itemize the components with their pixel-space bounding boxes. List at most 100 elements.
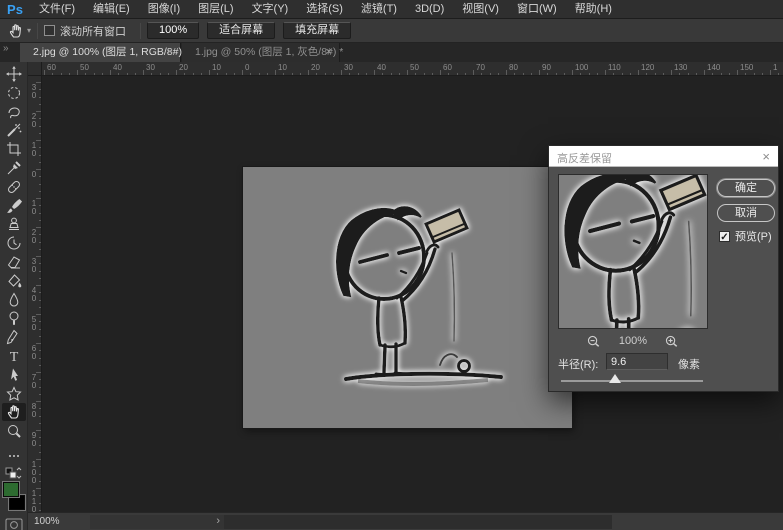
ruler-tick — [605, 70, 606, 75]
ruler-label: 50 — [410, 64, 419, 72]
eyedropper-tool[interactable] — [2, 159, 26, 177]
hand-icon — [8, 23, 24, 39]
foreground-color-swatch[interactable] — [3, 482, 19, 497]
ok-button[interactable]: 确定 — [717, 179, 775, 197]
status-chevron-icon[interactable]: › — [216, 515, 220, 527]
radius-slider-track[interactable] — [561, 380, 703, 382]
close-icon[interactable]: × — [167, 43, 173, 62]
status-zoom-level[interactable]: 100% — [34, 516, 60, 527]
dialog-title-bar[interactable]: 高反差保留 × — [549, 146, 778, 167]
filter-preview[interactable] — [558, 174, 708, 329]
tab-document-1[interactable]: 2.jpg @ 100% (图层 1, RGB/8#) *× — [20, 43, 181, 62]
close-icon[interactable]: × — [326, 43, 332, 62]
scroll-all-windows-checkbox[interactable] — [44, 25, 55, 36]
menu-item-window[interactable]: 窗口(W) — [508, 0, 566, 18]
menu-item-layer[interactable]: 图层(L) — [189, 0, 242, 18]
cancel-button[interactable]: 取消 — [717, 204, 775, 222]
paint-bucket-tool[interactable] — [2, 272, 26, 290]
marquee-tool[interactable] — [2, 84, 26, 102]
ruler-tick — [110, 70, 111, 75]
hand-tool-preset[interactable]: ▾ — [8, 23, 31, 39]
edit-toolbar-icon[interactable] — [2, 447, 26, 465]
ruler-tick — [36, 82, 41, 83]
ruler-tick — [679, 73, 680, 75]
document-info-field[interactable]: › — [90, 515, 224, 529]
ruler-tick — [283, 73, 284, 75]
menu-item-3d[interactable]: 3D(D) — [406, 0, 453, 18]
radius-slider-thumb[interactable] — [609, 374, 621, 383]
ruler-label: 40 — [377, 64, 386, 72]
hand-tool[interactable] — [2, 403, 26, 421]
horizontal-ruler[interactable]: 6050403020100102030405060708090100110120… — [28, 62, 783, 76]
brush-tool[interactable] — [2, 197, 26, 215]
close-icon[interactable]: × — [762, 149, 770, 164]
ruler-tick — [721, 73, 722, 75]
ruler-tick — [39, 423, 41, 424]
ruler-tick — [36, 169, 41, 170]
fill-screen-button[interactable]: 填充屏幕 — [283, 22, 351, 39]
vertical-ruler[interactable]: 3020100102030405060708090100110 — [28, 76, 42, 512]
shape-tool[interactable] — [2, 385, 26, 403]
ruler-tick — [688, 73, 689, 75]
move-tool[interactable] — [2, 65, 26, 83]
menu-item-image[interactable]: 图像(I) — [139, 0, 189, 18]
path-select-tool[interactable] — [2, 366, 26, 384]
zoom-100-button[interactable]: 100% — [147, 22, 199, 39]
default-colors-icon[interactable] — [2, 465, 26, 483]
preview-checkbox[interactable]: ✓ — [719, 231, 730, 242]
menu-item-file[interactable]: 文件(F) — [30, 0, 84, 18]
dodge-tool[interactable] — [2, 309, 26, 327]
ruler-tick — [39, 220, 41, 221]
ruler-tick — [300, 73, 301, 75]
ruler-tick — [168, 73, 169, 75]
history-brush-tool[interactable] — [2, 234, 26, 252]
tools-panel: T — [0, 62, 28, 530]
lasso-tool[interactable] — [2, 103, 26, 121]
ruler-tick — [39, 191, 41, 192]
ruler-tick — [531, 73, 532, 75]
crop-tool[interactable] — [2, 140, 26, 158]
ruler-label: 10 — [28, 200, 40, 216]
menu-item-type[interactable]: 文字(Y) — [243, 0, 298, 18]
fit-screen-button[interactable]: 适合屏幕 — [207, 22, 275, 39]
healing-brush-tool[interactable] — [2, 178, 26, 196]
ruler-tick — [564, 73, 565, 75]
type-tool[interactable]: T — [2, 347, 26, 365]
radius-input[interactable] — [606, 353, 668, 370]
menu-item-select[interactable]: 选择(S) — [297, 0, 352, 18]
ruler-tick — [36, 430, 41, 431]
tab-document-2[interactable]: 1.jpg @ 50% (图层 1, 灰色/8#) *× — [182, 43, 340, 62]
menu-item-help[interactable]: 帮助(H) — [566, 0, 621, 18]
blur-tool[interactable] — [2, 291, 26, 309]
ruler-tick — [39, 162, 41, 163]
ruler-label: 50 — [28, 316, 40, 332]
ruler-tick — [193, 73, 194, 75]
clone-stamp-tool[interactable] — [2, 215, 26, 233]
menu-item-filter[interactable]: 滤镜(T) — [352, 0, 406, 18]
zoom-in-icon[interactable] — [665, 335, 678, 351]
ruler-tick — [523, 73, 524, 75]
ruler-label: 60 — [47, 64, 56, 72]
magic-wand-tool[interactable] — [2, 121, 26, 139]
zoom-out-icon[interactable] — [587, 335, 600, 351]
ruler-tick — [506, 70, 507, 75]
menu-item-edit[interactable]: 编辑(E) — [84, 0, 139, 18]
eraser-tool[interactable] — [2, 253, 26, 271]
ruler-label: 10 — [28, 142, 40, 158]
separator — [140, 23, 141, 39]
background-color-swatch[interactable] — [9, 495, 25, 510]
quick-mask-icon[interactable] — [2, 516, 26, 530]
ruler-corner — [28, 62, 42, 76]
zoom-tool[interactable] — [2, 422, 26, 440]
ruler-tick — [308, 70, 309, 75]
ruler-label: 30 — [146, 64, 155, 72]
document-canvas[interactable] — [243, 167, 572, 428]
ruler-tick — [481, 73, 482, 75]
menu-item-view[interactable]: 视图(V) — [453, 0, 508, 18]
ruler-label: 90 — [542, 64, 551, 72]
tab-label: 1.jpg @ 50% (图层 1, 灰色/8#) * — [195, 46, 343, 58]
pen-tool[interactable] — [2, 328, 26, 346]
ruler-tick — [69, 73, 70, 75]
tab-overflow-icon[interactable]: » — [3, 43, 9, 54]
ruler-tick — [440, 70, 441, 75]
